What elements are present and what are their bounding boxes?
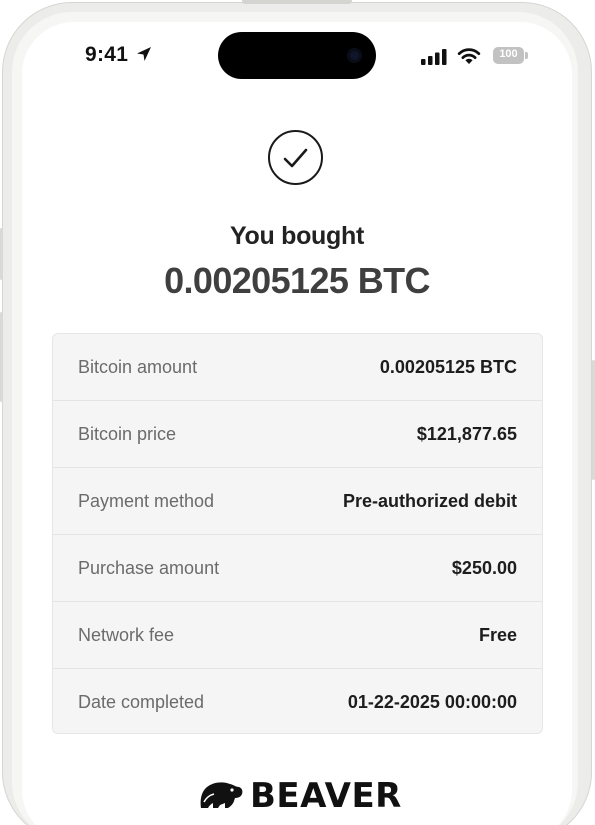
detail-value: 0.00205125 BTC <box>379 357 517 377</box>
detail-label: Date completed <box>78 692 205 712</box>
detail-label: Bitcoin amount <box>78 357 198 377</box>
phone-screen: 9:41 100 You bought 0.00205125 BTC Bitco… <box>22 22 572 825</box>
detail-row-bitcoin-price: Bitcoin price $121,877.65 <box>53 401 542 468</box>
dynamic-island <box>218 32 376 79</box>
brand-name: BEAVER <box>250 776 402 816</box>
detail-row-payment-method: Payment method Pre-authorized debit <box>53 468 542 535</box>
phone-side-button <box>0 228 3 280</box>
detail-value: $250.00 <box>451 558 517 578</box>
status-bar: 9:41 100 <box>22 22 572 92</box>
phone-top-sensor <box>242 0 352 4</box>
location-arrow-icon <box>137 47 151 61</box>
detail-row-bitcoin-amount: Bitcoin amount 0.00205125 BTC <box>53 334 542 401</box>
detail-label: Payment method <box>78 491 215 511</box>
detail-value: 01-22-2025 00:00:00 <box>347 692 517 712</box>
cellular-signal-icon <box>421 49 447 65</box>
detail-label: Purchase amount <box>78 558 220 578</box>
detail-value: Pre-authorized debit <box>342 491 517 511</box>
detail-row-date-completed: Date completed 01-22-2025 00:00:00 <box>53 669 542 736</box>
purchased-amount: 0.00205125 BTC <box>164 260 430 301</box>
front-camera-icon <box>347 48 362 63</box>
phone-side-button <box>0 312 3 402</box>
detail-value: $121,877.65 <box>416 424 517 444</box>
detail-row-network-fee: Network fee Free <box>53 602 542 669</box>
status-time: 9:41 <box>85 43 129 66</box>
detail-row-purchase-amount: Purchase amount $250.00 <box>53 535 542 602</box>
brand-lockup: BEAVER <box>198 776 401 816</box>
beaver-logo-icon <box>200 782 243 808</box>
battery-level: 100 <box>499 48 518 60</box>
detail-label: Bitcoin price <box>78 424 177 444</box>
confirmation-headline: You bought <box>230 222 364 250</box>
detail-label: Network fee <box>78 625 175 645</box>
detail-value: Free <box>478 625 517 645</box>
check-circle-icon <box>268 130 323 185</box>
wifi-icon <box>457 48 481 64</box>
battery-icon: 100 <box>493 47 529 64</box>
transaction-details-card: Bitcoin amount 0.00205125 BTC Bitcoin pr… <box>52 333 543 734</box>
